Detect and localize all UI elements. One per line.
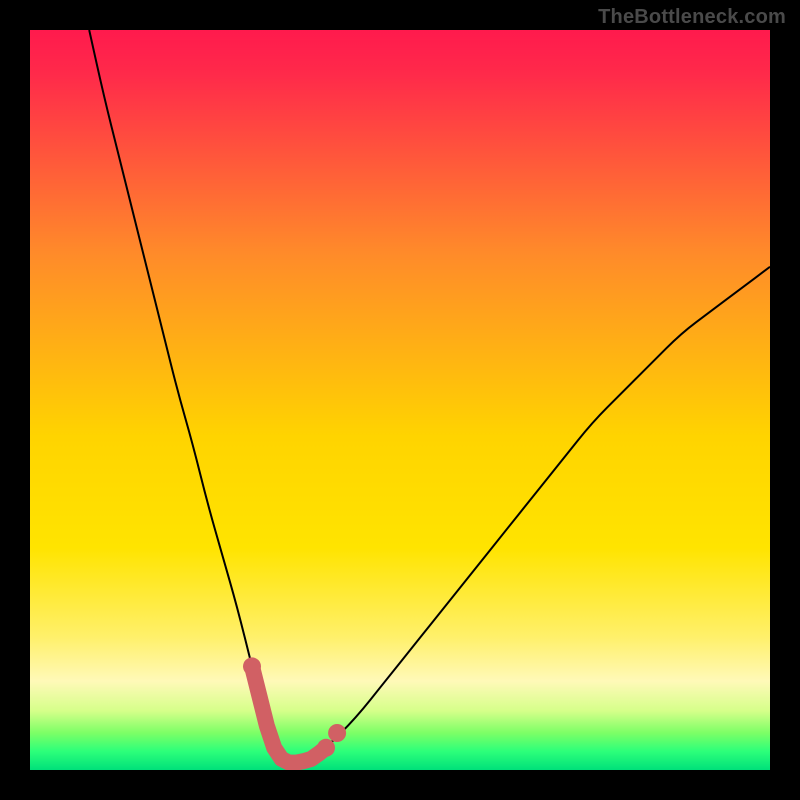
chart-frame: TheBottleneck.com <box>0 0 800 800</box>
watermark-text: TheBottleneck.com <box>598 6 786 29</box>
marker-dot <box>328 724 346 742</box>
plot-svg <box>30 30 770 770</box>
marker-dot <box>243 657 261 675</box>
gradient-background <box>30 30 770 770</box>
marker-dot <box>317 739 335 757</box>
plot-area <box>30 30 770 770</box>
